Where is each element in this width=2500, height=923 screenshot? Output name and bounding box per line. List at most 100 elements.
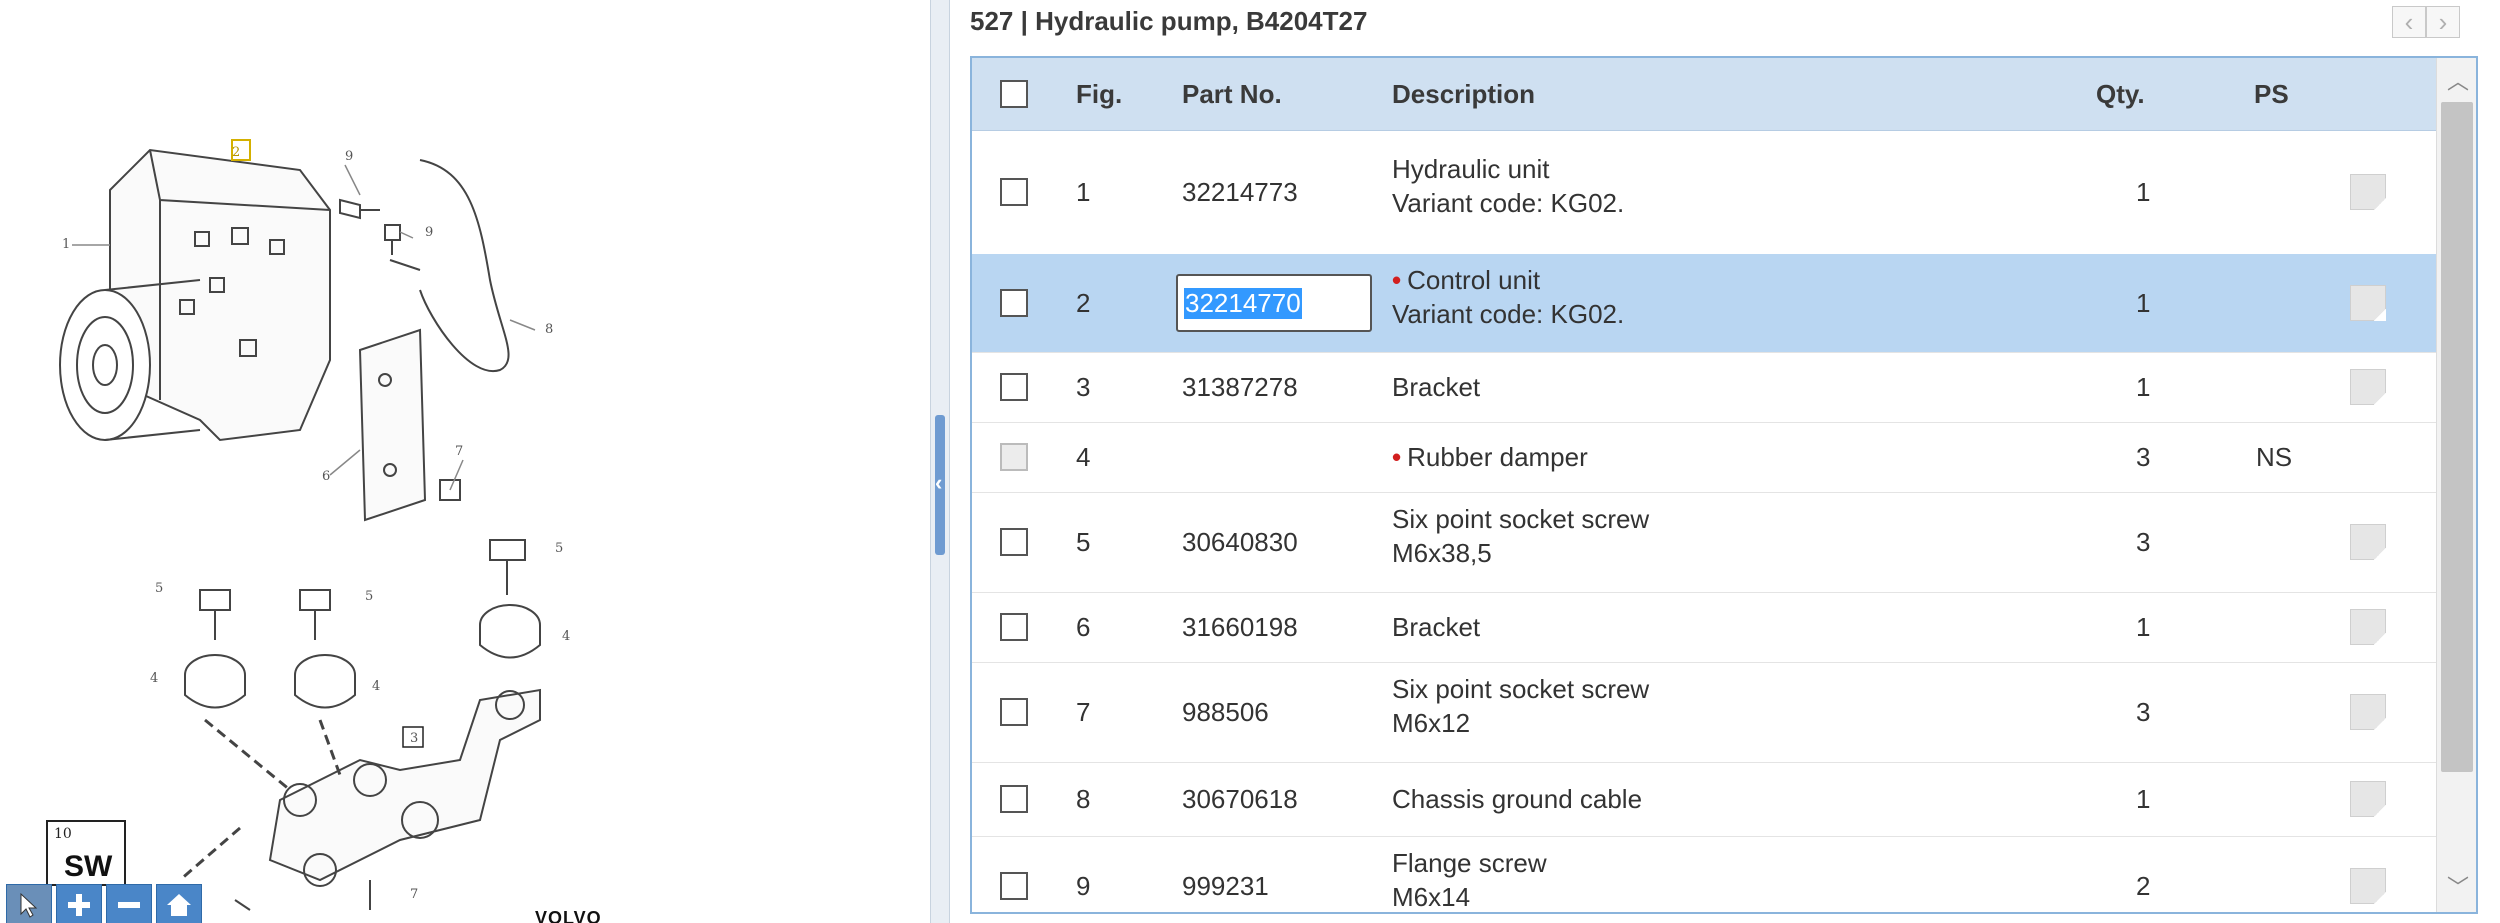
quantity: 1	[2136, 784, 2151, 814]
scroll-thumb[interactable]	[2441, 102, 2473, 772]
svg-text:7: 7	[455, 444, 463, 459]
table-row[interactable]: 4 • Rubber damper 3 NS	[972, 422, 2436, 493]
home-icon[interactable]	[156, 884, 202, 923]
section-nav: ‹ ›	[2392, 6, 2460, 38]
row-checkbox[interactable]	[1000, 178, 1028, 206]
description-text: Bracket	[1392, 612, 1481, 642]
table-row[interactable]: 7 988506 Six point socket screw M6x12 3	[972, 662, 2436, 763]
parts-pane: 527 | Hydraulic pump, B4204T27 ‹ › Fig. …	[950, 0, 2500, 923]
row-checkbox[interactable]	[1000, 528, 1028, 556]
svg-text:9: 9	[345, 149, 353, 164]
fig-number: 5	[1076, 527, 1091, 557]
parts-table: Fig. Part No. Description Qty. PS 1 32214…	[970, 56, 2478, 914]
exploded-diagram[interactable]: 2 9 1 9 8 6 7 5 5 5 4 4 4 3 7	[0, 0, 930, 923]
svg-text:1: 1	[62, 237, 70, 252]
scroll-up-icon[interactable]: ︿	[2447, 64, 2469, 96]
part-number[interactable]: 30670618	[1182, 784, 1298, 815]
row-checkbox[interactable]	[1000, 613, 1028, 641]
pane-splitter[interactable]: ‹	[930, 0, 950, 923]
svg-text:5: 5	[555, 541, 563, 556]
svg-text:4: 4	[372, 679, 380, 694]
variant-text: Variant code: KG02.	[1392, 188, 1625, 218]
description-text: Six point socket screw	[1392, 674, 1650, 704]
svg-text:5: 5	[365, 589, 373, 604]
note-icon[interactable]	[2350, 694, 2386, 730]
part-number-edit-field[interactable]: 32214770	[1176, 274, 1372, 332]
column-header-qty[interactable]: Qty.	[2096, 58, 2145, 130]
note-icon[interactable]	[2350, 369, 2386, 405]
part-description: Bracket	[1392, 612, 1480, 643]
part-description: Hydraulic unit	[1392, 154, 1550, 185]
row-checkbox[interactable]	[1000, 698, 1028, 726]
note-icon[interactable]	[2350, 868, 2386, 904]
row-checkbox[interactable]	[1000, 373, 1028, 401]
note-icon[interactable]	[2350, 174, 2386, 210]
column-header-part-no[interactable]: Part No.	[1182, 58, 1282, 130]
part-description: Six point socket screw	[1392, 504, 1649, 535]
row-checkbox[interactable]	[1000, 289, 1028, 317]
part-description: • Control unit	[1392, 265, 1540, 296]
table-row[interactable]: 5 30640830 Six point socket screw M6x38,5 3	[972, 492, 2436, 593]
part-number[interactable]: 32214770	[1184, 288, 1302, 319]
table-row[interactable]: 6 31660198 Bracket 1	[972, 592, 2436, 663]
row-checkbox[interactable]	[1000, 785, 1028, 813]
part-description: Chassis ground cable	[1392, 784, 1642, 815]
fig-number: 8	[1076, 784, 1091, 814]
callout-2: 2	[232, 145, 240, 160]
marker-dot-icon: •	[1392, 442, 1402, 472]
part-description: Flange screw	[1392, 848, 1547, 879]
pointer-icon[interactable]	[6, 884, 52, 923]
table-row[interactable]: 1 32214773 Hydraulic unit Variant code: KG0…	[972, 130, 2436, 255]
prev-section-button[interactable]: ‹	[2392, 6, 2426, 38]
description-text: Six point socket screw	[1392, 504, 1650, 534]
fig-number: 3	[1076, 372, 1091, 402]
description-text: Control unit	[1407, 265, 1541, 295]
fig-number: 9	[1076, 871, 1091, 901]
part-number[interactable]: 31387278	[1182, 372, 1298, 403]
note-icon[interactable]	[2350, 781, 2386, 817]
sw-callout-box: 10 SW	[46, 820, 126, 886]
description-text: Bracket	[1392, 372, 1481, 402]
part-number[interactable]: 32214773	[1182, 177, 1298, 208]
column-header-description[interactable]: Description	[1392, 58, 1535, 130]
collapse-left-icon[interactable]: ‹	[935, 470, 942, 496]
sw-number: 10	[54, 826, 72, 842]
svg-text:4: 4	[562, 629, 570, 644]
note-icon[interactable]	[2350, 609, 2386, 645]
note-icon[interactable]	[2350, 285, 2386, 321]
row-checkbox[interactable]	[1000, 443, 1028, 471]
part-number[interactable]: 30640830	[1182, 527, 1298, 558]
table-row[interactable]: 8 30670618 Chassis ground cable 1	[972, 762, 2436, 837]
variant-text: Variant code: KG02.	[1392, 299, 1625, 329]
note-icon[interactable]	[2350, 524, 2386, 560]
quantity: 1	[2136, 372, 2151, 402]
svg-text:6: 6	[322, 469, 330, 484]
quantity: 1	[2136, 288, 2151, 318]
fig-number: 2	[1076, 288, 1091, 318]
table-row[interactable]: 2 32214770 • Control unit Variant code: KG02…	[972, 254, 2436, 353]
section-title: 527 | Hydraulic pump, B4204T27	[970, 6, 1368, 36]
table-row[interactable]: 3 31387278 Bracket 1	[972, 352, 2436, 423]
table-row[interactable]: 9 999231 Flange screw M6x14 2	[972, 836, 2436, 912]
brand-label: VOLVO	[535, 908, 602, 923]
table-scrollbar[interactable]: ︿ ﹀	[2436, 58, 2476, 912]
exploded-diagram-pane[interactable]: 2 9 1 9 8 6 7 5 5 5 4 4 4 3 7 10 SW VOLV…	[0, 0, 930, 923]
row-checkbox[interactable]	[1000, 872, 1028, 900]
fig-number: 4	[1076, 442, 1091, 472]
column-header-fig[interactable]: Fig.	[1076, 58, 1122, 130]
select-all-checkbox[interactable]	[1000, 80, 1028, 108]
zoom-out-icon[interactable]	[106, 884, 152, 923]
fig-number: 7	[1076, 697, 1091, 727]
quantity: 3	[2136, 442, 2151, 472]
scroll-down-icon[interactable]: ﹀	[2447, 870, 2469, 902]
column-header-ps[interactable]: PS	[2254, 58, 2289, 130]
next-section-button[interactable]: ›	[2426, 6, 2460, 38]
zoom-in-icon[interactable]	[56, 884, 102, 923]
part-number[interactable]: 988506	[1182, 697, 1269, 728]
part-number[interactable]: 31660198	[1182, 612, 1298, 643]
quantity: 1	[2136, 177, 2151, 207]
part-description: • Rubber damper	[1392, 442, 1588, 473]
part-description: Bracket	[1392, 372, 1480, 403]
fig-number: 1	[1076, 177, 1091, 207]
part-number[interactable]: 999231	[1182, 871, 1269, 902]
